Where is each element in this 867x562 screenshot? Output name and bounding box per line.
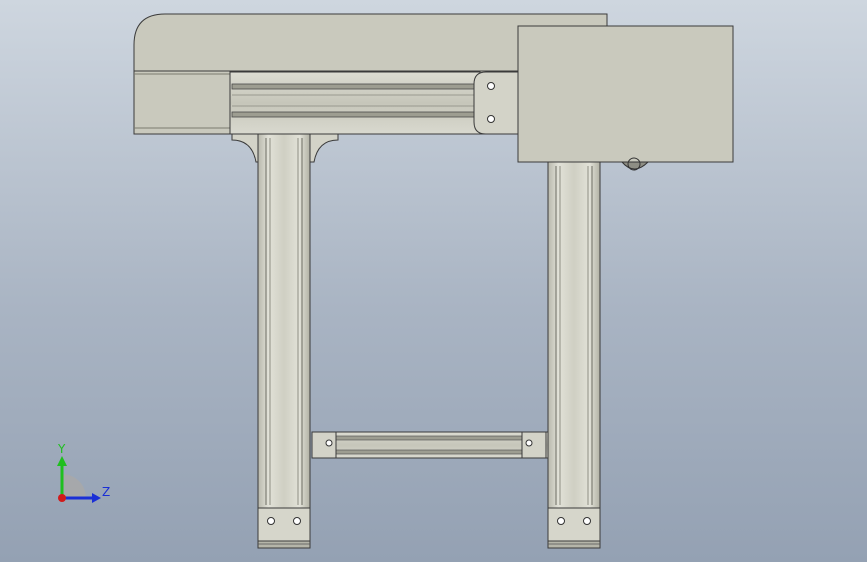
end-plate[interactable] — [473, 71, 519, 135]
left-foot-plate[interactable] — [257, 507, 311, 549]
left-foot-bolt-icon — [267, 517, 275, 525]
end-plate-bolt-icon — [487, 82, 495, 90]
x-axis-dot-icon — [58, 494, 66, 502]
right-foot-bolt-icon — [557, 517, 565, 525]
left-leg[interactable] — [257, 133, 311, 509]
y-axis-label: Y — [58, 442, 66, 456]
brace-bolt-icon — [325, 439, 333, 447]
end-plate-bolt-icon — [487, 115, 495, 123]
cad-viewport[interactable]: Y Z — [0, 0, 867, 562]
drive-motor-box[interactable] — [517, 25, 734, 171]
conveyor-model[interactable] — [0, 0, 867, 562]
brace-bolt-icon — [525, 439, 533, 447]
side-rail-profile[interactable] — [229, 71, 481, 135]
coordinate-triad: Y Z — [48, 440, 118, 510]
right-foot-bolt-icon — [583, 517, 591, 525]
left-foot-bolt-icon — [293, 517, 301, 525]
cross-brace[interactable] — [311, 431, 549, 459]
z-axis-label: Z — [102, 485, 111, 499]
right-foot-plate[interactable] — [547, 507, 601, 549]
right-leg[interactable] — [547, 161, 601, 509]
